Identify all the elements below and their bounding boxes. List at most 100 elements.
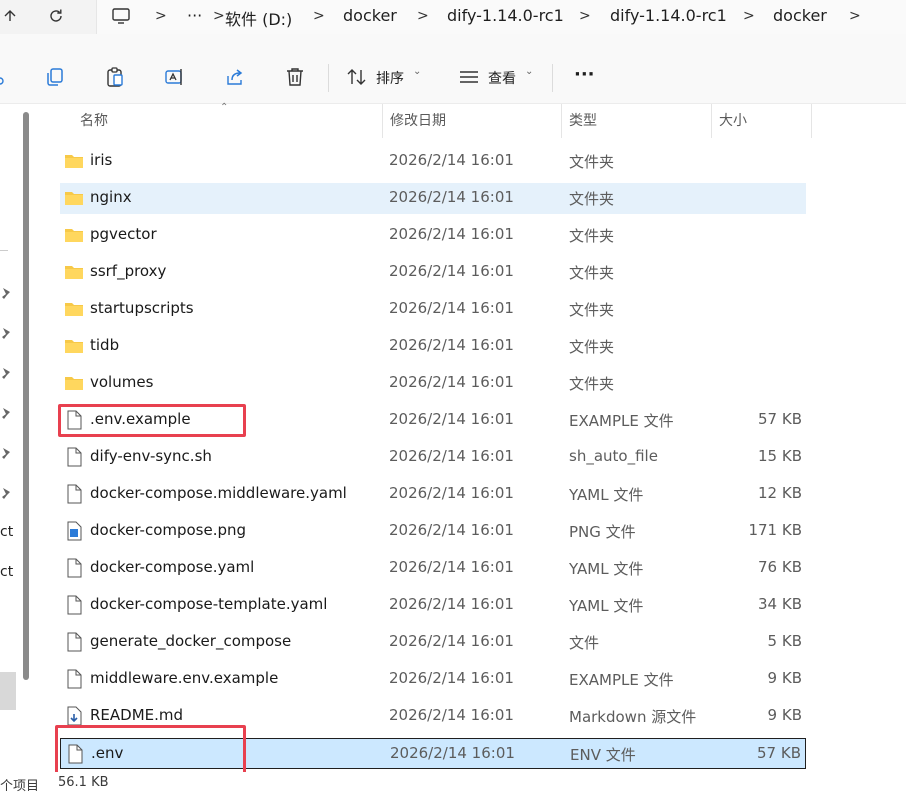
- refresh-icon[interactable]: [42, 4, 70, 28]
- file-row[interactable]: docker-compose-template.yaml 2026/2/14 16…: [60, 590, 806, 621]
- file-type: ENV 文件: [570, 746, 636, 764]
- file-size: 12 KB: [758, 484, 802, 502]
- file-size: 76 KB: [758, 558, 802, 576]
- column-divider[interactable]: [382, 104, 383, 138]
- file-row[interactable]: middleware.env.example 2026/2/14 16:01 EXA…: [60, 664, 806, 695]
- sort-button[interactable]: 排序: [376, 68, 404, 88]
- breadcrumb-item-dify-1[interactable]: dify-1.14.0-rc1: [447, 6, 564, 25]
- command-bar: 排序 ⌄ 查看 ⌄ ···: [0, 34, 906, 104]
- file-name: tidb: [90, 336, 120, 354]
- file-size: 9 KB: [767, 669, 802, 687]
- sort-icon[interactable]: [346, 66, 368, 88]
- file-name: startupscripts: [90, 299, 194, 317]
- breadcrumb-item-docker-current[interactable]: docker: [773, 6, 827, 25]
- file-row[interactable]: startupscripts 2026/2/14 16:01 文件夹: [60, 294, 806, 325]
- file-icon: [64, 447, 84, 467]
- file-row[interactable]: ssrf_proxy 2026/2/14 16:01 文件夹: [60, 257, 806, 288]
- nav-item-label[interactable]: ct: [0, 564, 13, 580]
- file-type: EXAMPLE 文件: [569, 412, 674, 430]
- file-row[interactable]: generate_docker_compose 2026/2/14 16:01 文件…: [60, 627, 806, 658]
- pin-icon: [0, 326, 12, 340]
- file-date: 2026/2/14 16:01: [389, 669, 514, 687]
- pin-icon: [0, 406, 12, 420]
- breadcrumb: > ··· > 软件 (D:) > docker > dify-1.14.0-r…: [96, 0, 906, 34]
- image-file-icon: [64, 521, 84, 541]
- file-icon: [64, 558, 84, 578]
- file-size: 5 KB: [767, 632, 802, 650]
- share-icon[interactable]: [224, 66, 246, 88]
- sort-ascending-icon: ⌃: [220, 102, 229, 113]
- nav-item-selected[interactable]: [0, 672, 16, 710]
- folder-icon: [64, 151, 84, 171]
- folder-icon: [64, 299, 84, 319]
- column-header-type[interactable]: 类型: [569, 104, 597, 138]
- file-type: YAML 文件: [569, 597, 644, 615]
- chevron-right-icon[interactable]: >: [849, 8, 861, 24]
- column-divider[interactable]: [711, 104, 712, 138]
- file-type: 文件夹: [569, 338, 615, 356]
- file-row[interactable]: volumes 2026/2/14 16:01 文件夹: [60, 368, 806, 399]
- file-size: 57 KB: [758, 410, 802, 428]
- nav-scrollbar[interactable]: [23, 112, 29, 680]
- column-header-date[interactable]: 修改日期: [390, 104, 446, 138]
- file-name: nginx: [90, 188, 132, 206]
- breadcrumb-overflow[interactable]: ···: [187, 6, 202, 25]
- file-row[interactable]: nginx 2026/2/14 16:01 文件夹: [60, 183, 806, 214]
- file-row[interactable]: tidb 2026/2/14 16:01 文件夹: [60, 331, 806, 362]
- paste-icon[interactable]: [104, 66, 126, 88]
- file-row[interactable]: docker-compose.yaml 2026/2/14 16:01 YAML 文…: [60, 553, 806, 584]
- copy-icon[interactable]: [44, 66, 66, 88]
- markdown-file-icon: [64, 706, 84, 726]
- file-size: 15 KB: [758, 447, 802, 465]
- more-options-button[interactable]: ···: [574, 64, 595, 85]
- column-divider[interactable]: [561, 104, 562, 138]
- file-date: 2026/2/14 16:01: [389, 225, 514, 243]
- file-type: 文件夹: [569, 301, 615, 319]
- file-icon: [64, 595, 84, 615]
- file-name: generate_docker_compose: [90, 632, 292, 650]
- file-type: EXAMPLE 文件: [569, 671, 674, 689]
- file-row[interactable]: docker-compose.middleware.yaml 2026/2/14 …: [60, 479, 806, 510]
- column-header-size[interactable]: 大小: [719, 104, 747, 138]
- column-header-name[interactable]: 名称: [80, 104, 108, 138]
- file-date: 2026/2/14 16:01: [389, 484, 514, 502]
- file-date: 2026/2/14 16:01: [389, 373, 514, 391]
- item-count: 个项目: [0, 779, 40, 794]
- view-icon[interactable]: [458, 66, 480, 88]
- view-button[interactable]: 查看: [488, 68, 516, 88]
- address-bar: > ··· > 软件 (D:) > docker > dify-1.14.0-r…: [0, 0, 906, 34]
- file-date: 2026/2/14 16:01: [389, 262, 514, 280]
- nav-item-label[interactable]: ct: [0, 524, 13, 540]
- file-type: YAML 文件: [569, 560, 644, 578]
- breadcrumb-item-dify-2[interactable]: dify-1.14.0-rc1: [610, 6, 727, 25]
- folder-icon: [64, 225, 84, 245]
- file-row[interactable]: docker-compose.png 2026/2/14 16:01 PNG 文件 1…: [60, 516, 806, 547]
- folder-icon: [64, 336, 84, 356]
- delete-icon[interactable]: [284, 66, 306, 88]
- breadcrumb-item-drive[interactable]: 软件 (D:): [225, 6, 292, 30]
- file-type: Markdown 源文件: [569, 708, 697, 726]
- highlight-box: [58, 404, 246, 437]
- breadcrumb-item-docker[interactable]: docker: [343, 6, 397, 25]
- file-date: 2026/2/14 16:01: [389, 151, 514, 169]
- file-row[interactable]: pgvector 2026/2/14 16:01 文件夹: [60, 220, 806, 251]
- column-header-row: 名称 修改日期 类型 大小: [0, 104, 906, 138]
- column-divider[interactable]: [811, 104, 812, 138]
- file-type: PNG 文件: [569, 523, 636, 541]
- file-icon: [64, 632, 84, 652]
- computer-icon[interactable]: [107, 4, 135, 28]
- chevron-right-icon: >: [743, 8, 755, 24]
- up-arrow-icon[interactable]: [0, 4, 24, 28]
- file-name: docker-compose.middleware.yaml: [90, 484, 347, 502]
- file-row[interactable]: dify-env-sync.sh 2026/2/14 16:01 sh_auto_f…: [60, 442, 806, 473]
- chevron-right-icon: >: [313, 8, 325, 24]
- cut-icon[interactable]: [0, 66, 16, 88]
- file-row[interactable]: iris 2026/2/14 16:01 文件夹: [60, 146, 806, 177]
- rename-icon[interactable]: [164, 66, 186, 88]
- toolbar-divider: [328, 64, 329, 92]
- chevron-down-icon: ⌄: [525, 66, 534, 77]
- file-date: 2026/2/14 16:01: [389, 447, 514, 465]
- file-date: 2026/2/14 16:01: [390, 744, 515, 762]
- file-name: pgvector: [90, 225, 157, 243]
- file-name: dify-env-sync.sh: [90, 447, 212, 465]
